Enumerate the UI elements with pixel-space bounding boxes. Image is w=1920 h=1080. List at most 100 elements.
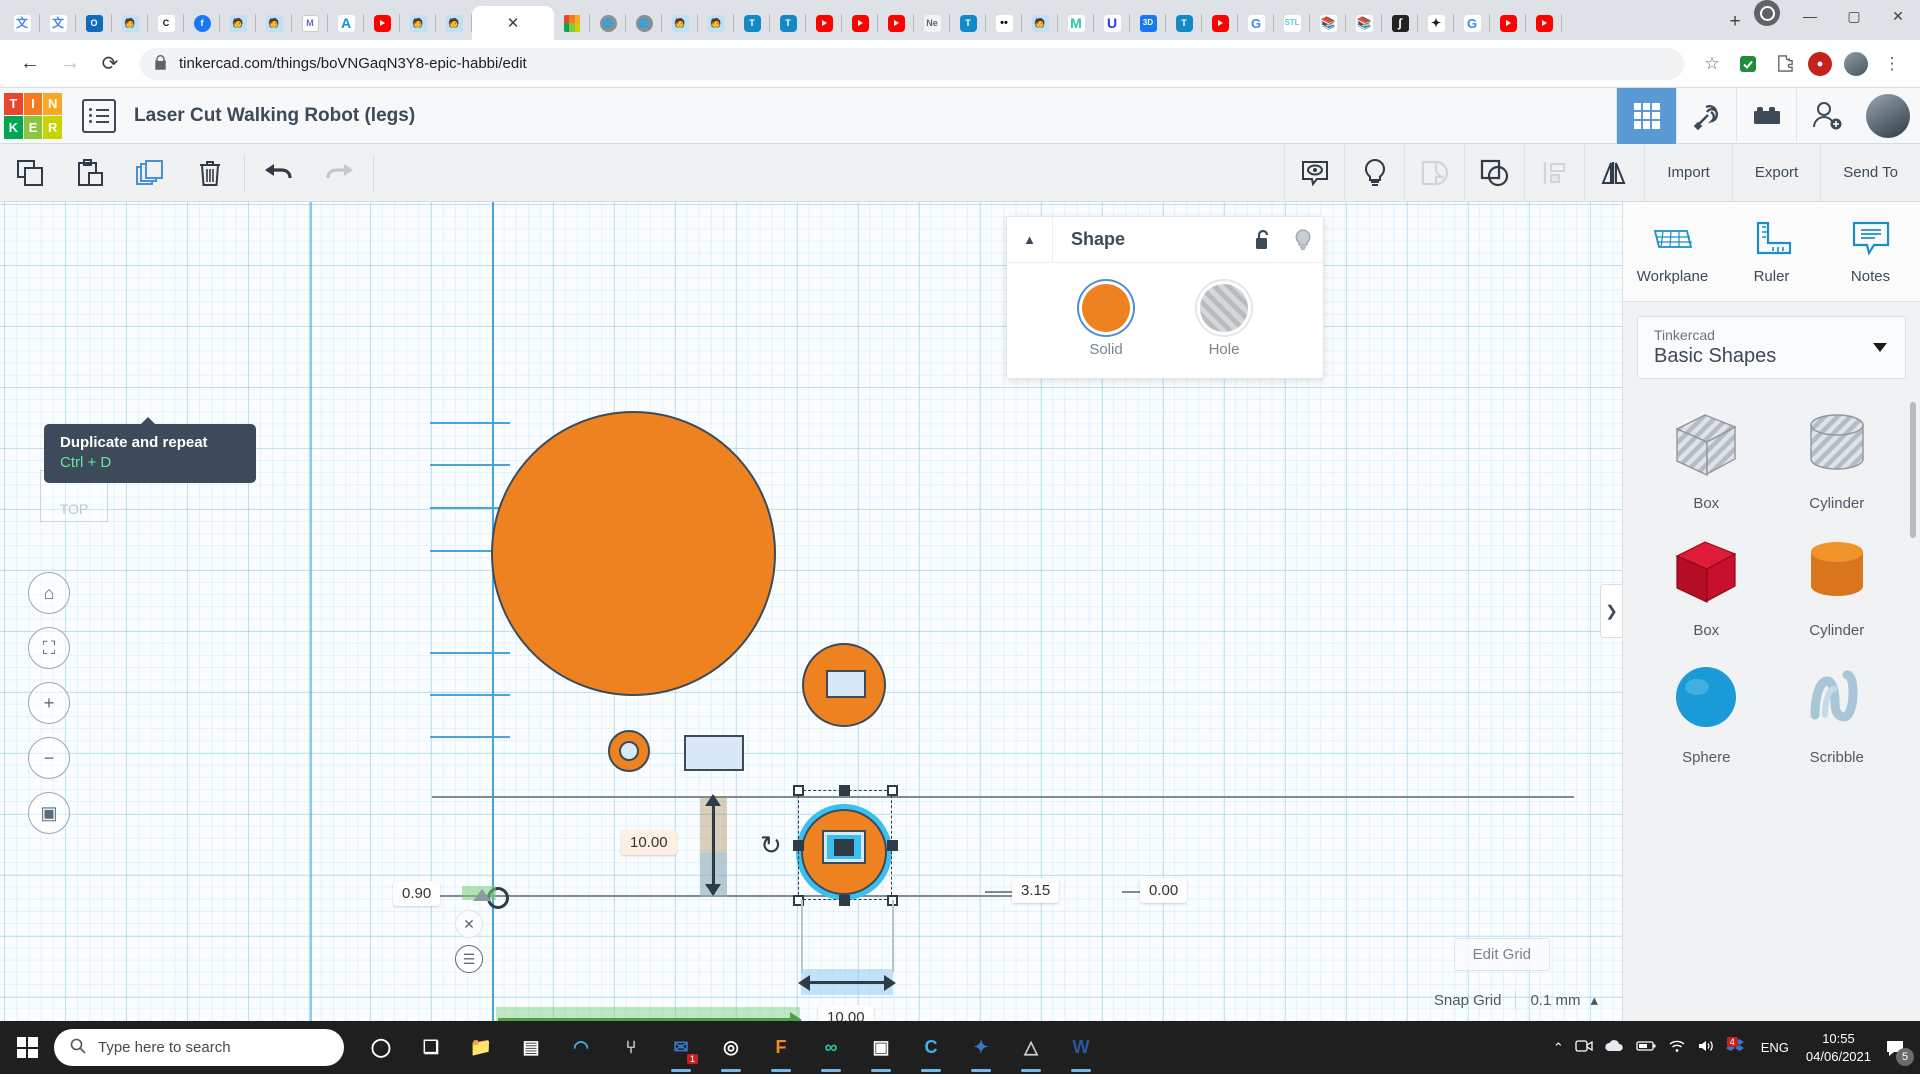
shape-library-dropdown[interactable]: Tinkercad Basic Shapes — [1637, 316, 1906, 379]
autodesk-icon[interactable]: △ — [1008, 1021, 1054, 1074]
browser-tab[interactable]: 🧑 — [1022, 6, 1058, 40]
view-note-icon[interactable] — [1284, 143, 1344, 202]
back-button[interactable]: ← — [12, 46, 48, 82]
undo-button[interactable] — [249, 144, 309, 202]
selection-handle-ne[interactable] — [887, 785, 898, 796]
shape-inner-slot-rect[interactable] — [684, 735, 744, 771]
browser-tab[interactable]: C — [148, 6, 184, 40]
chrome-icon[interactable]: ◎ — [708, 1021, 754, 1074]
edit-grid-button[interactable]: Edit Grid — [1453, 938, 1550, 971]
fusion-icon[interactable]: F — [758, 1021, 804, 1074]
address-bar[interactable]: tinkercad.com/things/boVNGaqN3Y8-epic-ha… — [140, 47, 1684, 80]
zoom-in-icon[interactable]: + — [28, 682, 70, 724]
reload-button[interactable]: ⟳ — [92, 46, 128, 82]
minecraft-pickaxe-icon[interactable] — [1676, 87, 1736, 144]
group-icon[interactable] — [1404, 143, 1464, 202]
hint-lightbulb-icon[interactable] — [1344, 143, 1404, 202]
notification-center-icon[interactable]: 5 — [1882, 1035, 1914, 1066]
browser-tab[interactable]: T — [770, 6, 806, 40]
dropbox-tray-icon[interactable]: 4 — [1725, 1037, 1744, 1057]
browser-tab[interactable]: STL — [1274, 6, 1310, 40]
tinkercad-logo[interactable]: TINKER — [4, 92, 62, 139]
zoom-out-icon[interactable]: − — [28, 737, 70, 779]
width-measure-label[interactable]: 10.00 — [818, 1005, 874, 1021]
browser-tab[interactable]: M — [1058, 6, 1094, 40]
microsoft-store-icon[interactable]: ▤ — [508, 1021, 554, 1074]
unlock-icon[interactable] — [1243, 217, 1283, 263]
blue-app-icon[interactable]: ✦ — [958, 1021, 1004, 1074]
shape-large-circle[interactable] — [491, 411, 776, 696]
sidebar-collapse-arrow[interactable]: ❯ — [1600, 584, 1622, 638]
selection-handle-n[interactable] — [839, 785, 850, 796]
lego-brick-icon[interactable] — [1736, 87, 1796, 144]
shape-cylinder-hole[interactable]: Cylinder — [1772, 399, 1903, 512]
browser-tab[interactable]: ∫ — [1382, 6, 1418, 40]
ruler-close-button[interactable]: ✕ — [455, 910, 483, 938]
browser-tab[interactable]: T — [734, 6, 770, 40]
shape-cylinder-orange[interactable]: Cylinder — [1772, 526, 1903, 639]
snap-grid-dropdown[interactable]: 0.1 mm ▴ — [1515, 991, 1598, 1009]
copy-button[interactable] — [0, 144, 60, 202]
right-offset-label[interactable]: 3.15 — [1012, 878, 1060, 903]
add-person-icon[interactable] — [1796, 87, 1856, 144]
browser-tab[interactable]: 3D — [1130, 6, 1166, 40]
mirror-icon[interactable] — [1584, 143, 1644, 202]
browser-tab[interactable] — [1490, 6, 1526, 40]
browser-tab[interactable]: 🧑 — [256, 6, 292, 40]
browser-tab[interactable]: G — [1238, 6, 1274, 40]
browser-tab[interactable]: U — [1094, 6, 1130, 40]
export-button[interactable]: Export — [1731, 143, 1820, 202]
hole-swatch[interactable] — [1200, 283, 1248, 332]
browser-tab[interactable]: 📚 — [1310, 6, 1346, 40]
browser-tab[interactable]: 🧑 — [220, 6, 256, 40]
volume-tray-icon[interactable] — [1697, 1039, 1715, 1056]
tinkercad-tab[interactable]: ✕ — [472, 6, 554, 40]
browser-tab[interactable]: Ne — [914, 6, 950, 40]
sidebar-scrollbar[interactable] — [1910, 402, 1916, 538]
browser-tab[interactable]: 文 — [40, 6, 76, 40]
lightbulb-icon[interactable] — [1283, 217, 1323, 263]
browser-tab[interactable]: 🌐 — [626, 6, 662, 40]
task-view-icon[interactable]: ❏ — [408, 1021, 454, 1074]
browser-avatar[interactable] — [1840, 48, 1872, 80]
browser-tab[interactable] — [806, 6, 842, 40]
start-button[interactable] — [0, 1021, 54, 1074]
minimize-button[interactable]: — — [1788, 1, 1832, 31]
browser-tab[interactable]: 📚 — [1346, 6, 1382, 40]
selection-handle-e[interactable] — [887, 840, 898, 851]
left-offset-label[interactable]: 0.90 — [393, 881, 441, 906]
file-explorer-icon[interactable]: 📁 — [458, 1021, 504, 1074]
shape-scribble[interactable]: Scribble — [1772, 653, 1903, 766]
extension-puzzle-icon[interactable] — [1768, 48, 1800, 80]
zero-measure-label[interactable]: 0.00 — [1140, 878, 1188, 903]
duplicate-button[interactable] — [120, 144, 180, 202]
browser-tab[interactable]: M — [292, 6, 328, 40]
selection-handle-nw[interactable] — [793, 785, 804, 796]
maximize-button[interactable]: ▢ — [1832, 1, 1876, 31]
bookmark-star-icon[interactable]: ☆ — [1696, 48, 1728, 80]
project-menu-icon[interactable] — [82, 98, 116, 133]
browser-tab[interactable]: G — [1454, 6, 1490, 40]
solid-option[interactable]: Solid — [1082, 283, 1130, 358]
browser-tab[interactable]: 🧑 — [662, 6, 698, 40]
send-to-button[interactable]: Send To — [1820, 143, 1920, 202]
camera-tray-icon[interactable] — [1575, 1038, 1593, 1057]
browser-tab[interactable] — [878, 6, 914, 40]
solid-swatch[interactable] — [1082, 283, 1130, 332]
browser-tab[interactable]: 文 — [4, 6, 40, 40]
word-icon[interactable]: W — [1058, 1021, 1104, 1074]
wifi-tray-icon[interactable] — [1668, 1039, 1686, 1056]
browser-tab[interactable]: 🌐 — [590, 6, 626, 40]
browser-tab[interactable] — [1526, 6, 1562, 40]
ruler-menu-button[interactable]: ☰ — [455, 945, 483, 973]
redo-button[interactable] — [309, 144, 369, 202]
notes-tool[interactable]: Notes — [1821, 219, 1920, 285]
forward-button[interactable]: → — [52, 46, 88, 82]
ortho-view-icon[interactable]: ▣ — [28, 792, 70, 834]
browser-tab[interactable]: •• — [986, 6, 1022, 40]
shape-box-hole[interactable]: Box — [1641, 399, 1772, 512]
fit-view-icon[interactable]: ⛶ — [28, 627, 70, 669]
paste-button[interactable] — [60, 144, 120, 202]
browser-tab[interactable]: 🧑 — [400, 6, 436, 40]
browser-menu-icon[interactable]: ⋮ — [1876, 48, 1908, 80]
